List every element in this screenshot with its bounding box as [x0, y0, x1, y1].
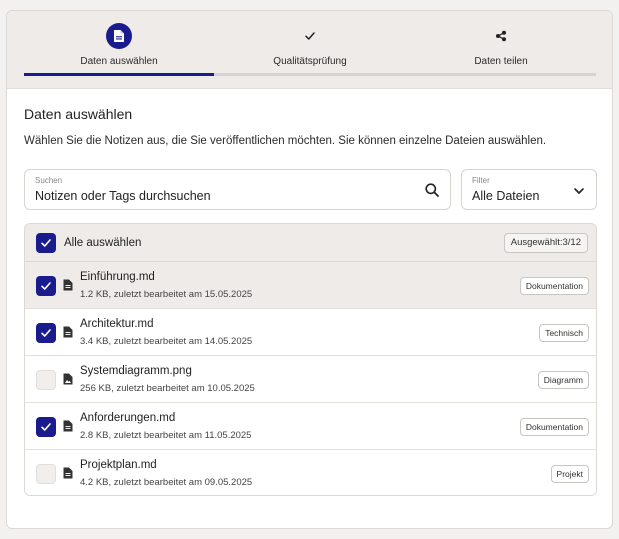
stepper-progress	[24, 73, 214, 76]
document-icon	[106, 23, 132, 49]
file-checkbox[interactable]	[36, 370, 56, 390]
page-title: Daten auswählen	[24, 106, 133, 122]
search-caption: Suchen	[35, 176, 63, 185]
list-item[interactable]: Systemdiagramm.png 256 KB, zuletzt bearb…	[25, 356, 596, 403]
checkmark-icon	[41, 282, 51, 290]
file-checkbox[interactable]	[36, 417, 56, 437]
document-icon	[63, 420, 73, 432]
step-quality-check[interactable]: Qualitätsprüfung	[215, 11, 405, 89]
filter-value: Alle Dateien	[472, 189, 540, 203]
file-meta: 4.2 KB, zuletzt bearbeitet am 09.05.2025	[80, 477, 253, 488]
share-icon	[488, 23, 514, 49]
wizard-stepper: Daten auswählen Qualitätsprüfung Daten t…	[7, 11, 612, 89]
list-item[interactable]: Anforderungen.md 2.8 KB, zuletzt bearbei…	[25, 403, 596, 450]
share-wizard-card: Daten auswählen Qualitätsprüfung Daten t…	[6, 10, 613, 529]
search-input[interactable]: Suchen Notizen oder Tags durchsuchen	[24, 169, 451, 210]
step-share-data[interactable]: Daten teilen	[406, 11, 596, 89]
step-label: Daten teilen	[474, 56, 528, 67]
checkmark-icon	[41, 329, 51, 337]
file-meta: 256 KB, zuletzt bearbeitet am 10.05.2025	[80, 383, 255, 394]
checkmark-icon	[41, 239, 51, 247]
file-checkbox[interactable]	[36, 276, 56, 296]
filter-select[interactable]: Filter Alle Dateien	[461, 169, 597, 210]
list-item[interactable]: Projektplan.md 4.2 KB, zuletzt bearbeite…	[25, 450, 596, 495]
file-checkbox[interactable]	[36, 464, 56, 484]
page-description: Wählen Sie die Notizen aus, die Sie verö…	[24, 135, 547, 147]
file-tag: Diagramm	[537, 371, 589, 389]
file-tag: Dokumentation	[519, 277, 589, 295]
document-icon	[63, 326, 73, 338]
search-icon[interactable]	[424, 182, 440, 198]
document-icon	[63, 279, 73, 291]
file-list: Alle auswählen Ausgewählt:3/12 Einführun…	[24, 223, 597, 496]
file-name: Projektplan.md	[80, 459, 157, 471]
list-item[interactable]: Architektur.md 3.4 KB, zuletzt bearbeite…	[25, 309, 596, 356]
file-name: Systemdiagramm.png	[80, 365, 192, 377]
image-file-icon	[63, 373, 73, 385]
check-icon	[297, 23, 323, 49]
file-meta: 1.2 KB, zuletzt bearbeitet am 15.05.2025	[80, 289, 253, 300]
list-item[interactable]: Einführung.md 1.2 KB, zuletzt bearbeitet…	[25, 262, 596, 309]
step-label: Qualitätsprüfung	[273, 56, 347, 67]
search-placeholder: Notizen oder Tags durchsuchen	[35, 189, 211, 203]
document-icon	[63, 467, 73, 479]
file-meta: 3.4 KB, zuletzt bearbeitet am 14.05.2025	[80, 336, 253, 347]
filter-caption: Filter	[472, 176, 490, 185]
file-tag: Projekt	[550, 465, 589, 483]
select-all-checkbox[interactable]	[36, 233, 56, 253]
file-name: Architektur.md	[80, 318, 154, 330]
checkmark-icon	[41, 423, 51, 431]
select-all-label: Alle auswählen	[64, 237, 142, 249]
list-header: Alle auswählen Ausgewählt:3/12	[25, 224, 596, 262]
file-name: Einführung.md	[80, 271, 155, 283]
file-checkbox[interactable]	[36, 323, 56, 343]
step-label: Daten auswählen	[80, 56, 158, 67]
file-tag: Technisch	[539, 324, 589, 342]
file-name: Anforderungen.md	[80, 412, 176, 424]
file-tag: Dokumentation	[519, 418, 589, 436]
selected-count-badge: Ausgewählt:3/12	[503, 233, 588, 253]
file-meta: 2.8 KB, zuletzt bearbeitet am 11.05.2025	[80, 430, 252, 441]
chevron-down-icon	[574, 188, 584, 194]
step-data-select[interactable]: Daten auswählen	[24, 11, 214, 89]
